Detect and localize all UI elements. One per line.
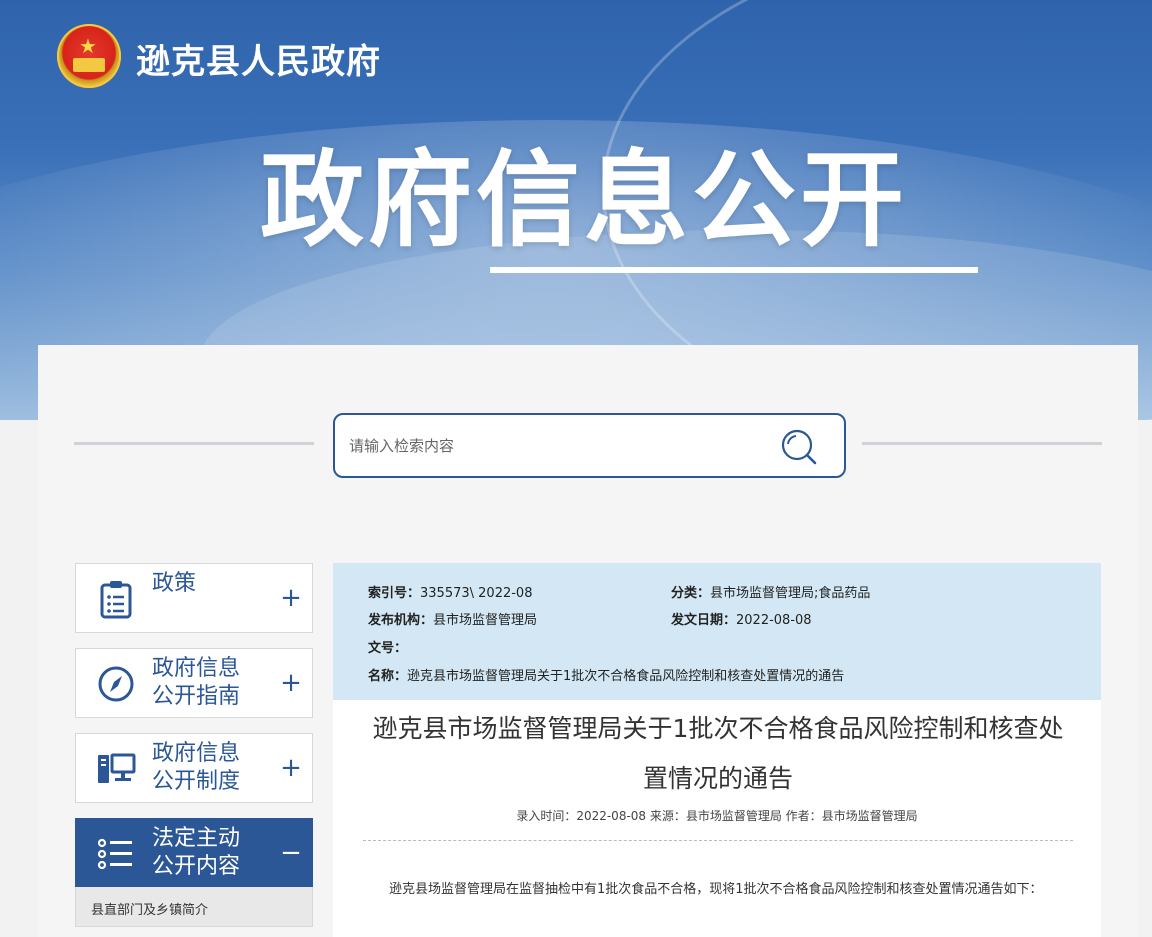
document-meta: 索引号：335573\ 2022-08 分类：县市场监督管理局;食品药品 发布机… xyxy=(333,563,1101,700)
meta-category: 分类：县市场监督管理局;食品药品 xyxy=(671,586,871,601)
sidebar-item-statutory-content[interactable]: 法定主动 公开内容 − xyxy=(75,818,313,888)
search-box xyxy=(333,413,846,478)
search-divider-right xyxy=(862,442,1102,445)
sidebar-item-label: 政策 xyxy=(152,571,197,596)
star-icon: ★ xyxy=(79,34,97,58)
sidebar-item-policy[interactable]: 政策 + xyxy=(75,563,313,633)
sidebar-item-disclosure-guide[interactable]: 政府信息 公开指南 + xyxy=(75,648,313,718)
sidebar-subitem-departments[interactable]: 县直部门及乡镇简介 xyxy=(75,887,313,927)
expand-plus-icon[interactable]: + xyxy=(280,584,302,612)
clipboard-list-icon xyxy=(100,581,132,619)
article-info: 录入时间：2022-08-08 来源：县市场监督管理局 作者：县市场监督管理局 xyxy=(516,809,918,823)
sidebar-item-label: 法定主动 公开内容 xyxy=(152,826,241,879)
meta-date: 发文日期：2022-08-08 xyxy=(671,613,812,628)
list-icon xyxy=(97,838,132,870)
meta-index: 索引号：335573\ 2022-08 xyxy=(368,586,533,601)
expand-plus-icon[interactable]: + xyxy=(280,669,302,697)
article: 逊克县市场监督管理局关于1批次不合格食品风险控制和核查处置情况的通告 录入时间：… xyxy=(333,700,1101,937)
hero-underline xyxy=(490,267,978,273)
national-emblem-icon[interactable]: ★ xyxy=(57,24,121,88)
sidebar-item-label: 政府信息 公开指南 xyxy=(152,656,241,709)
meta-name: 名称：逊克县市场监督管理局关于1批次不合格食品风险控制和核查处置情况的通告 xyxy=(368,669,845,684)
article-divider xyxy=(363,840,1073,841)
collapse-minus-icon[interactable]: − xyxy=(280,839,302,867)
expand-plus-icon[interactable]: + xyxy=(280,754,302,782)
article-body: 逊克县场监督管理局在监督抽检中有1批次食品不合格，现将1批次不合格食品风险控制和… xyxy=(389,882,1043,897)
hero-title: 政府信息公开 xyxy=(260,139,909,261)
search-divider-left xyxy=(74,442,314,445)
meta-doc-no: 文号： xyxy=(368,641,408,656)
site-title[interactable]: 逊克县人民政府 xyxy=(136,34,381,83)
search-input[interactable] xyxy=(349,429,769,463)
computer-icon xyxy=(98,753,136,783)
meta-publisher: 发布机构：县市场监督管理局 xyxy=(368,613,538,628)
sidebar-item-label: 政府信息 公开制度 xyxy=(152,741,241,794)
search-icon[interactable] xyxy=(779,427,819,467)
article-title: 逊克县市场监督管理局关于1批次不合格食品风险控制和核查处置情况的通告 xyxy=(372,714,1064,793)
gate-icon xyxy=(73,58,105,72)
compass-icon xyxy=(98,666,134,702)
sidebar-item-disclosure-system[interactable]: 政府信息 公开制度 + xyxy=(75,733,313,803)
